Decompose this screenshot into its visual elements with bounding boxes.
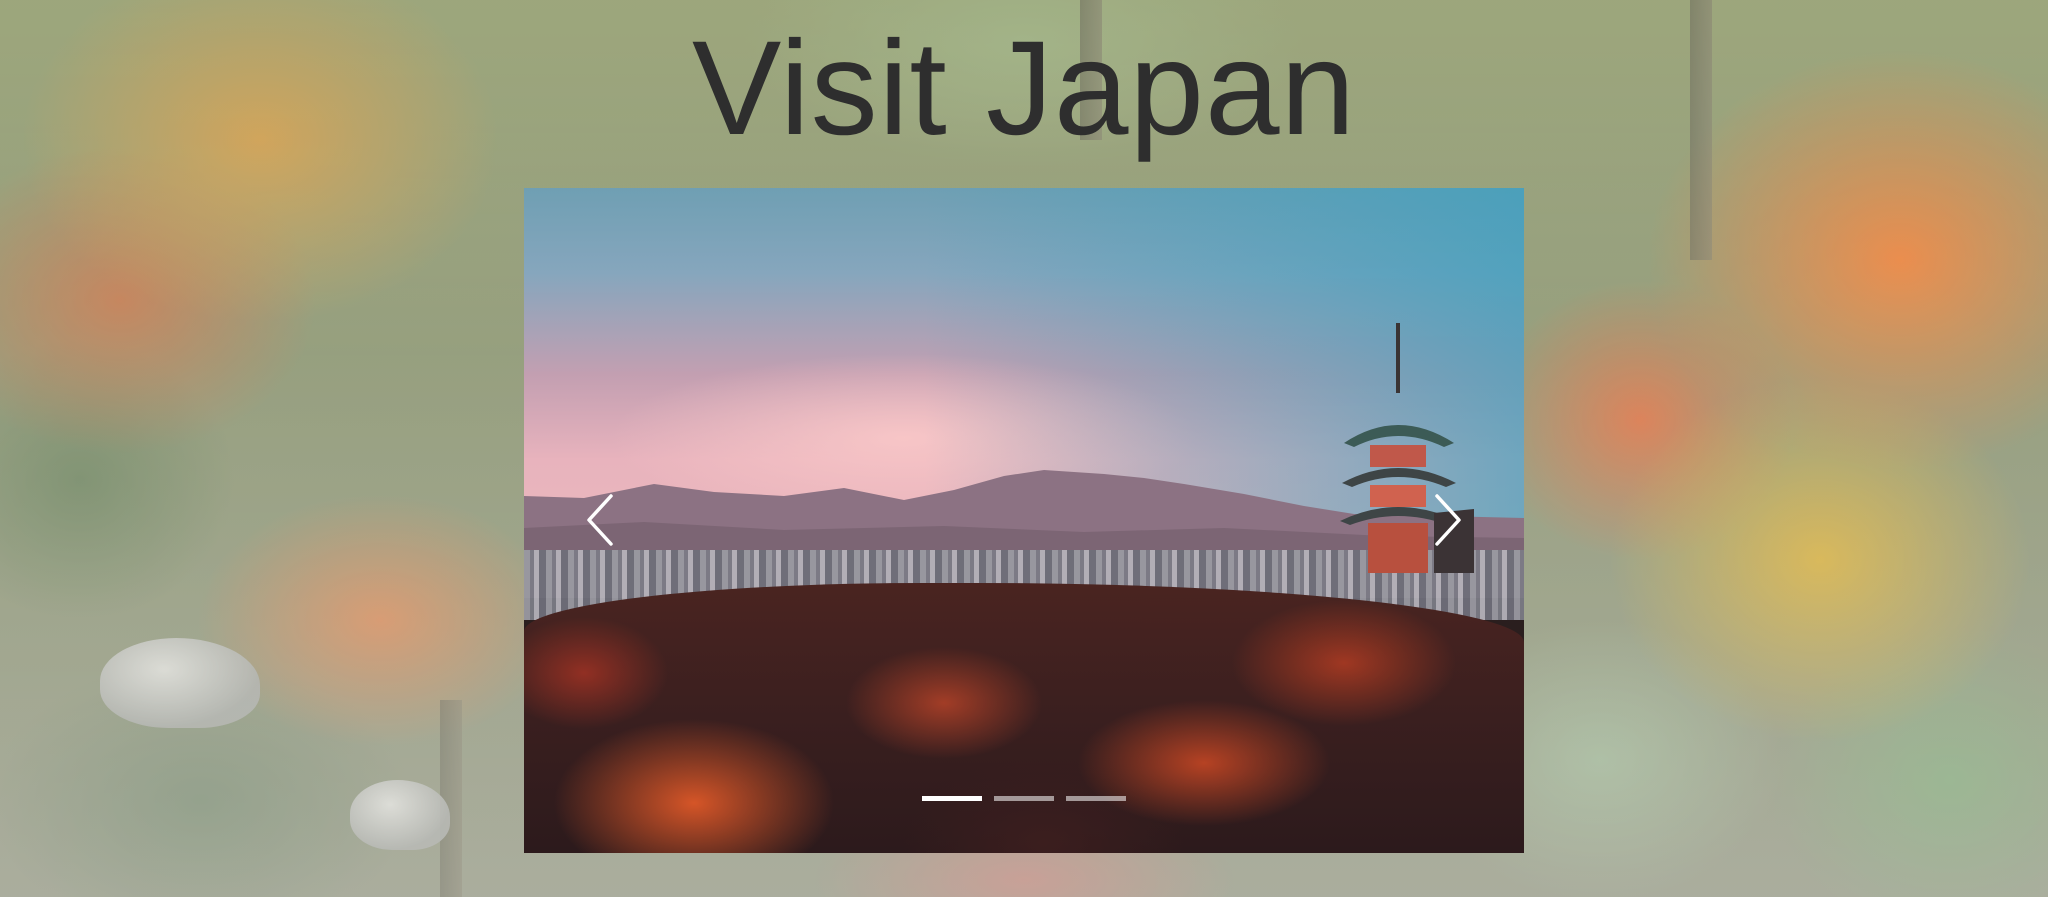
autumn-trees bbox=[524, 583, 1524, 853]
next-slide-button[interactable] bbox=[1426, 490, 1470, 550]
slide-indicator-2[interactable] bbox=[994, 796, 1054, 801]
image-slideshow[interactable] bbox=[524, 188, 1524, 853]
kyoto-pagoda-sunset-image bbox=[524, 188, 1524, 853]
chevron-left-icon bbox=[587, 494, 613, 546]
page-title: Visit Japan bbox=[691, 14, 1357, 163]
page: Visit Japan bbox=[0, 0, 2048, 897]
previous-slide-button[interactable] bbox=[578, 490, 622, 550]
slide-indicator-3[interactable] bbox=[1066, 796, 1126, 801]
slide-indicators bbox=[922, 796, 1126, 801]
slide-indicator-1[interactable] bbox=[922, 796, 982, 801]
chevron-right-icon bbox=[1435, 494, 1461, 546]
